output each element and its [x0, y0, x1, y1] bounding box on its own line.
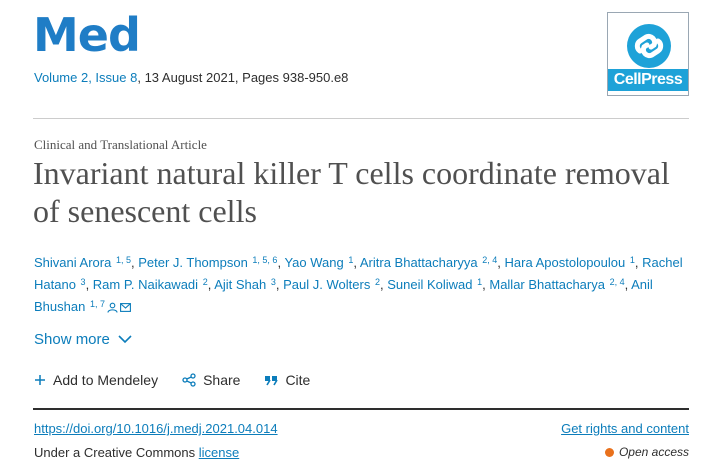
person-icon[interactable]	[107, 302, 118, 313]
quote-icon	[265, 376, 279, 386]
cite-label: Cite	[285, 372, 311, 388]
author-affiliation: 1, 7	[89, 299, 105, 309]
cite-button[interactable]: Cite	[264, 372, 310, 388]
plus-icon	[35, 375, 45, 385]
author-link[interactable]: Hara Apostolopoulou 1	[505, 255, 635, 270]
chevron-down-icon	[118, 335, 132, 344]
author-affiliation: 2, 4	[482, 255, 498, 265]
author-affiliation: 1	[477, 277, 483, 287]
rights-link[interactable]: Get rights and content	[561, 421, 689, 436]
header-divider	[33, 118, 689, 119]
open-access-label: Open access	[618, 445, 689, 459]
footer-divider	[33, 408, 689, 410]
article-actions: Add to Mendeley Share Cite	[34, 372, 310, 388]
author-name: Hara Apostolopoulou	[504, 255, 626, 270]
author-affiliation: 1	[629, 255, 635, 265]
author-affiliation: 1, 5	[115, 255, 131, 265]
author-link[interactable]: Peter J. Thompson 1, 5, 6	[138, 255, 277, 270]
open-access-icon	[604, 447, 614, 457]
author-link[interactable]: Mallar Bhattacharya 2, 4	[489, 277, 624, 292]
author-name: Ajit Shah	[214, 277, 267, 292]
author-link[interactable]: Aritra Bhattacharyya 2, 4	[360, 255, 497, 270]
author-affiliation: 2	[202, 277, 208, 287]
share-button[interactable]: Share	[182, 372, 240, 388]
author-affiliation: 1	[348, 255, 354, 265]
author-link[interactable]: Ajit Shah 3	[214, 277, 276, 292]
author-affiliation: 2	[374, 277, 380, 287]
article-type: Clinical and Translational Article	[34, 137, 207, 152]
author-link[interactable]: Paul J. Wolters 2	[283, 277, 380, 292]
author-name: Peter J. Thompson	[138, 255, 248, 270]
license-link[interactable]: license	[199, 445, 239, 460]
author-link[interactable]: Yao Wang 1	[284, 255, 353, 270]
show-more-button[interactable]: Show more	[34, 331, 132, 348]
mendeley-label: Add to Mendeley	[53, 372, 159, 388]
author-name: Paul J. Wolters	[283, 277, 371, 292]
license-info: Under a Creative Commons license	[34, 445, 239, 460]
issue-info: Volume 2, Issue 8, 13 August 2021, Pages…	[34, 70, 348, 85]
add-to-mendeley-button[interactable]: Add to Mendeley	[34, 372, 158, 388]
cellpress-mark-icon	[627, 24, 671, 68]
journal-logo[interactable]: Med	[33, 12, 141, 58]
envelope-icon[interactable]	[120, 303, 131, 313]
author-name: Shivani Arora	[34, 255, 112, 270]
author-link[interactable]: Shivani Arora 1, 5	[34, 255, 131, 270]
cellpress-logo[interactable]: CellPress	[607, 12, 689, 96]
author-name: Yao Wang	[284, 255, 344, 270]
author-link[interactable]: Suneil Koliwad 1	[387, 277, 482, 292]
author-list: Shivani Arora 1, 5, Peter J. Thompson 1,…	[34, 255, 683, 314]
author-affiliation: 3	[80, 277, 86, 287]
share-label: Share	[203, 372, 241, 388]
author-name: Mallar Bhattacharya	[489, 277, 605, 292]
author-name: Ram P. Naikawadi	[92, 277, 199, 292]
author-affiliation: 1, 5, 6	[252, 255, 278, 265]
author-affiliation: 3	[270, 277, 276, 287]
open-access-badge: Open access	[604, 445, 689, 459]
volume-issue-link[interactable]: Volume 2, Issue 8	[34, 70, 137, 85]
author-link[interactable]: Ram P. Naikawadi 2	[93, 277, 208, 292]
author-name: Suneil Koliwad	[387, 277, 473, 292]
issue-details: , 13 August 2021, Pages 938-950.e8	[137, 70, 349, 85]
author-name: Aritra Bhattacharyya	[359, 255, 478, 270]
show-more-label: Show more	[34, 331, 110, 348]
cellpress-wordmark: CellPress	[608, 69, 688, 91]
doi-link[interactable]: https://doi.org/10.1016/j.medj.2021.04.0…	[34, 421, 278, 436]
license-prefix: Under a Creative Commons	[34, 445, 199, 460]
article-title: Invariant natural killer T cells coordin…	[33, 155, 670, 229]
author-affiliation: 2, 4	[609, 277, 625, 287]
share-icon	[182, 373, 196, 387]
